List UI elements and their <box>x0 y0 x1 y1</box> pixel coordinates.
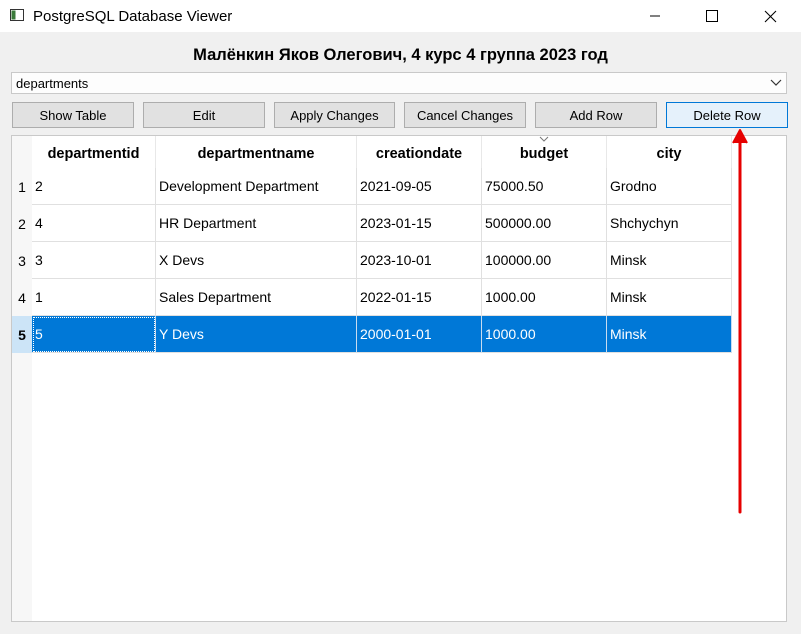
table-cell[interactable]: 500000.00 <box>482 205 607 242</box>
cancel-changes-button[interactable]: Cancel Changes <box>404 102 526 128</box>
column-header-city[interactable]: city <box>607 136 732 171</box>
row-number[interactable]: 4 <box>12 279 32 316</box>
maximize-icon <box>706 10 718 22</box>
table-cell[interactable]: Development Department <box>156 168 357 205</box>
table-cell[interactable]: 2021-09-05 <box>357 168 482 205</box>
app-window-icon <box>10 9 24 21</box>
maximize-button[interactable] <box>683 0 741 32</box>
table-cell[interactable]: Minsk <box>607 316 732 353</box>
table-cell[interactable]: Y Devs <box>156 316 357 353</box>
table-cell[interactable]: 1000.00 <box>482 279 607 316</box>
table-cell[interactable]: Minsk <box>607 279 732 316</box>
table-cell[interactable]: 100000.00 <box>482 242 607 279</box>
close-button[interactable] <box>741 0 799 32</box>
table-cell[interactable]: Sales Department <box>156 279 357 316</box>
table-select-value: departments <box>16 76 89 91</box>
row-number[interactable]: 2 <box>12 205 32 242</box>
table-cell[interactable]: 1000.00 <box>482 316 607 353</box>
table-row-selected[interactable]: 5 5 Y Devs 2000-01-01 1000.00 Minsk <box>12 316 732 353</box>
sort-indicator-icon <box>539 136 549 142</box>
edit-button[interactable]: Edit <box>143 102 265 128</box>
table-cell[interactable]: Grodno <box>607 168 732 205</box>
chevron-down-icon <box>770 79 782 86</box>
row-number[interactable]: 5 <box>12 316 32 353</box>
table-select-dropdown[interactable]: departments <box>11 72 787 94</box>
table-cell[interactable]: 3 <box>32 242 156 279</box>
table-cell[interactable]: X Devs <box>156 242 357 279</box>
table-row[interactable]: 3 3 X Devs 2023-10-01 100000.00 Minsk <box>12 242 732 279</box>
column-header-departmentname[interactable]: departmentname <box>156 136 357 171</box>
table-cell[interactable]: 4 <box>32 205 156 242</box>
table-cell[interactable]: Shchychyn <box>607 205 732 242</box>
data-table[interactable]: departmentid departmentname creationdate… <box>11 135 787 622</box>
show-table-button[interactable]: Show Table <box>12 102 134 128</box>
table-cell[interactable]: 5 <box>32 316 156 353</box>
table-cell[interactable]: 2 <box>32 168 156 205</box>
table-cell[interactable]: 2023-10-01 <box>357 242 482 279</box>
delete-row-button[interactable]: Delete Row <box>666 102 788 128</box>
table-cell[interactable]: 2022-01-15 <box>357 279 482 316</box>
table-cell[interactable]: 75000.50 <box>482 168 607 205</box>
column-header-budget[interactable]: budget <box>482 136 607 171</box>
title-bar: PostgreSQL Database Viewer <box>0 0 801 32</box>
column-header-creationdate[interactable]: creationdate <box>357 136 482 171</box>
column-header-departmentid[interactable]: departmentid <box>32 136 156 171</box>
table-cell[interactable]: 2000-01-01 <box>357 316 482 353</box>
table-row[interactable]: 4 1 Sales Department 2022-01-15 1000.00 … <box>12 279 732 316</box>
table-cell[interactable]: HR Department <box>156 205 357 242</box>
column-header-label: budget <box>519 145 569 162</box>
table-cell[interactable]: 1 <box>32 279 156 316</box>
minimize-button[interactable] <box>626 0 684 32</box>
add-row-button[interactable]: Add Row <box>535 102 657 128</box>
table-row[interactable]: 1 2 Development Department 2021-09-05 75… <box>12 168 732 205</box>
minimize-icon <box>650 15 660 17</box>
row-number[interactable]: 1 <box>12 168 32 205</box>
table-cell[interactable]: 2023-01-15 <box>357 205 482 242</box>
apply-changes-button[interactable]: Apply Changes <box>274 102 395 128</box>
page-title: Малёнкин Яков Олегович, 4 курс 4 группа … <box>193 46 608 64</box>
close-icon <box>764 10 776 22</box>
window-title: PostgreSQL Database Viewer <box>33 8 233 25</box>
table-cell[interactable]: Minsk <box>607 242 732 279</box>
table-row[interactable]: 2 4 HR Department 2023-01-15 500000.00 S… <box>12 205 732 242</box>
row-number[interactable]: 3 <box>12 242 32 279</box>
